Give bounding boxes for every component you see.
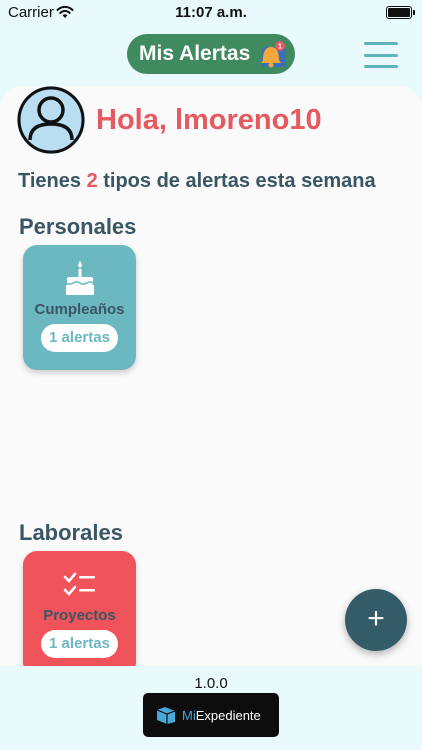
brand-suffix: Expediente [195,707,261,723]
alert-count-badge: 1 alertas [41,324,118,352]
section-title-laborales: Laborales [19,520,123,545]
bell-badge: 1 [278,44,282,51]
menu-bar [364,53,398,57]
summary-prefix: Tienes [18,170,87,192]
status-bar: Carrier 11:07 a.m. [0,0,422,26]
menu-button[interactable] [364,42,398,68]
menu-bar [364,65,398,68]
app-version: 1.0.0 [194,675,228,692]
brand-name: MiExpediente [182,708,261,723]
app-logo: Mis Alertas 1 [127,34,295,74]
main-content: Hola, lmoreno10 Tienes 2 tipos de alerta… [0,86,422,666]
bell-icon: 1 [261,41,286,68]
brand-logo[interactable]: MiExpediente [143,693,279,737]
add-alert-button[interactable]: + [345,589,407,651]
alert-card-cumpleanos[interactable]: Cumpleaños 1 alertas [23,245,136,370]
app-logo-text: Mis Alertas [139,42,251,65]
section-title-personales: Personales [19,214,137,239]
alert-summary: Tienes 2 tipos de alertas esta semana [18,170,376,193]
card-title: Cumpleaños [34,301,125,318]
cake-icon [66,261,94,295]
brand-prefix: Mi [182,707,196,723]
checklist-icon [63,572,95,596]
alert-card-proyectos[interactable]: Proyectos 1 alertas [23,551,136,666]
status-time: 11:07 a.m. [175,4,247,21]
folder-logo-icon [156,707,176,724]
user-icon [17,86,85,154]
greeting-title: Hola, lmoreno10 [96,104,322,136]
alert-type-count: 2 [86,170,98,192]
avatar[interactable] [17,86,85,154]
alert-count-badge: 1 alertas [41,630,118,658]
menu-bar [364,42,398,45]
battery-icon [386,6,415,19]
summary-suffix: tipos de alertas esta semana [97,170,376,192]
card-title: Proyectos [43,607,116,624]
